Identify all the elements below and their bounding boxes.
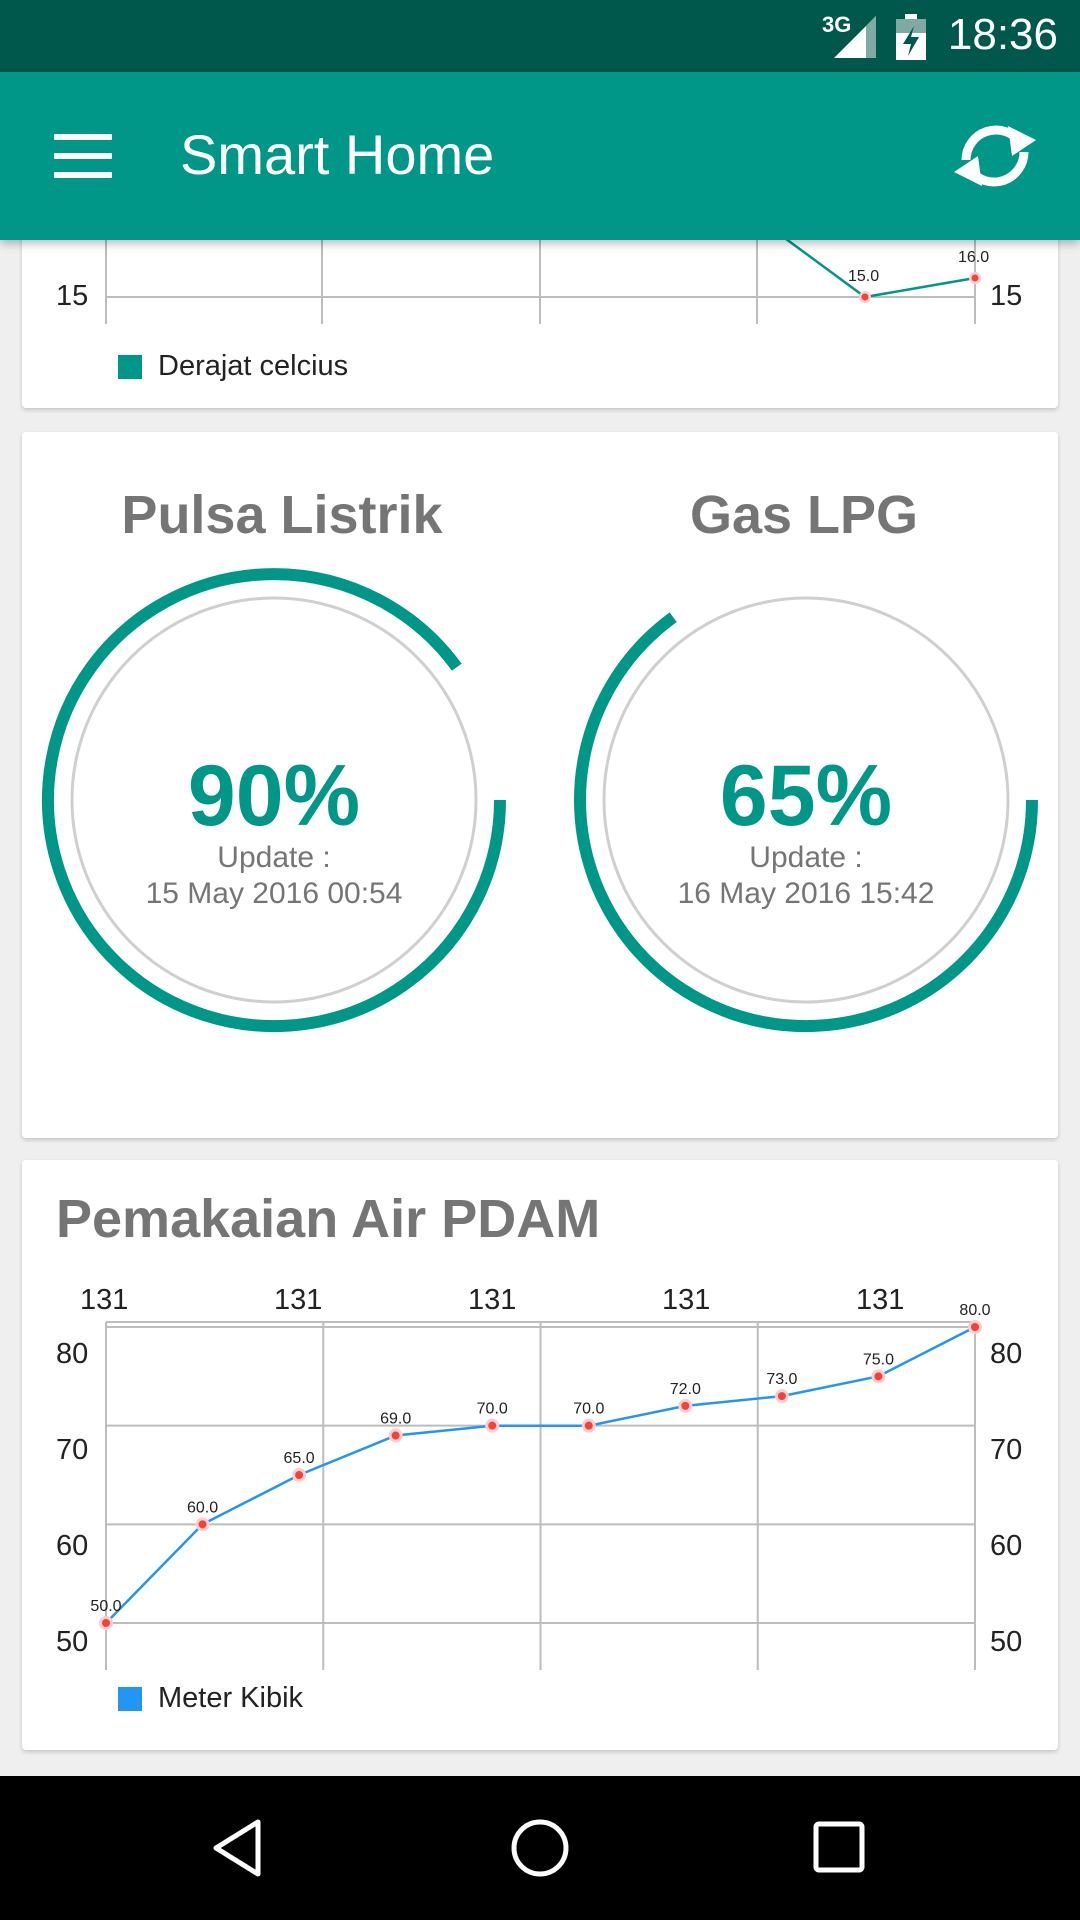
back-icon[interactable] <box>210 1818 270 1878</box>
y-tick-15-right: 15 <box>990 280 1023 312</box>
legend-swatch <box>118 1686 142 1711</box>
data-point <box>777 1392 786 1401</box>
gauges-card: Pulsa Listrik 90% Update : 15 May 2016 0… <box>22 432 1058 1138</box>
water-card: Pemakaian Air PDAM 131 131 131 131 131 8… <box>22 1160 1058 1750</box>
gauge-update-time: 15 May 2016 00:54 <box>145 877 403 910</box>
legend-label: Meter Kibik <box>158 1682 304 1714</box>
data-label: 50.0 <box>90 1598 121 1615</box>
data-label: 65.0 <box>284 1450 315 1467</box>
app-title: Smart Home <box>180 123 495 186</box>
data-point <box>198 1520 207 1529</box>
data-label: 60.0 <box>187 1499 218 1516</box>
data-point <box>488 1421 497 1430</box>
status-bar: 3G 18:36 <box>0 0 1080 72</box>
navigation-bar <box>0 1776 1080 1920</box>
data-point <box>874 1372 883 1381</box>
y-tick-15-left: 15 <box>56 280 89 312</box>
app-bar: Smart Home <box>0 72 1080 240</box>
point-label: 15.0 <box>848 268 880 285</box>
data-label: 75.0 <box>863 1351 894 1368</box>
data-label: 70.0 <box>573 1401 604 1418</box>
data-label: 80.0 <box>959 1302 990 1319</box>
battery-icon <box>896 14 926 60</box>
data-point <box>102 1619 110 1627</box>
data-label: 69.0 <box>380 1411 411 1428</box>
data-label: 73.0 <box>766 1371 797 1388</box>
point-label: 16.0 <box>958 249 990 266</box>
gauge-update-label: Update : <box>217 841 331 874</box>
refresh-icon[interactable] <box>950 120 1040 192</box>
data-point <box>584 1421 593 1430</box>
gauge-title: Pulsa Listrik <box>121 485 443 545</box>
water-usage-chart: 50.0 60.0 65.0 69.0 70.0 70.0 72.0 73.0 75.0 80.0 <box>90 1302 991 1670</box>
data-point <box>681 1401 690 1410</box>
data-label: 72.0 <box>670 1381 701 1398</box>
gauge-update-time: 16 May 2016 15:42 <box>677 877 935 910</box>
menu-icon[interactable] <box>54 134 112 178</box>
data-point <box>971 1323 979 1331</box>
data-point <box>391 1431 400 1440</box>
gauge-value: 90% <box>187 748 361 844</box>
clock: 18:36 <box>947 10 1058 59</box>
gauge-value: 65% <box>719 748 893 844</box>
signal-icon <box>834 16 876 58</box>
water-legend: Meter Kibik <box>118 1682 303 1715</box>
recents-icon[interactable] <box>812 1820 868 1876</box>
home-icon[interactable] <box>508 1816 572 1880</box>
data-point <box>295 1471 304 1479</box>
data-label: 70.0 <box>477 1401 508 1418</box>
legend-swatch <box>118 354 142 379</box>
gauge-update-label: Update : <box>749 841 863 874</box>
gauge-title: Gas LPG <box>689 485 919 545</box>
temperature-legend: Derajat celcius <box>118 350 348 383</box>
legend-label: Derajat celcius <box>158 350 349 382</box>
